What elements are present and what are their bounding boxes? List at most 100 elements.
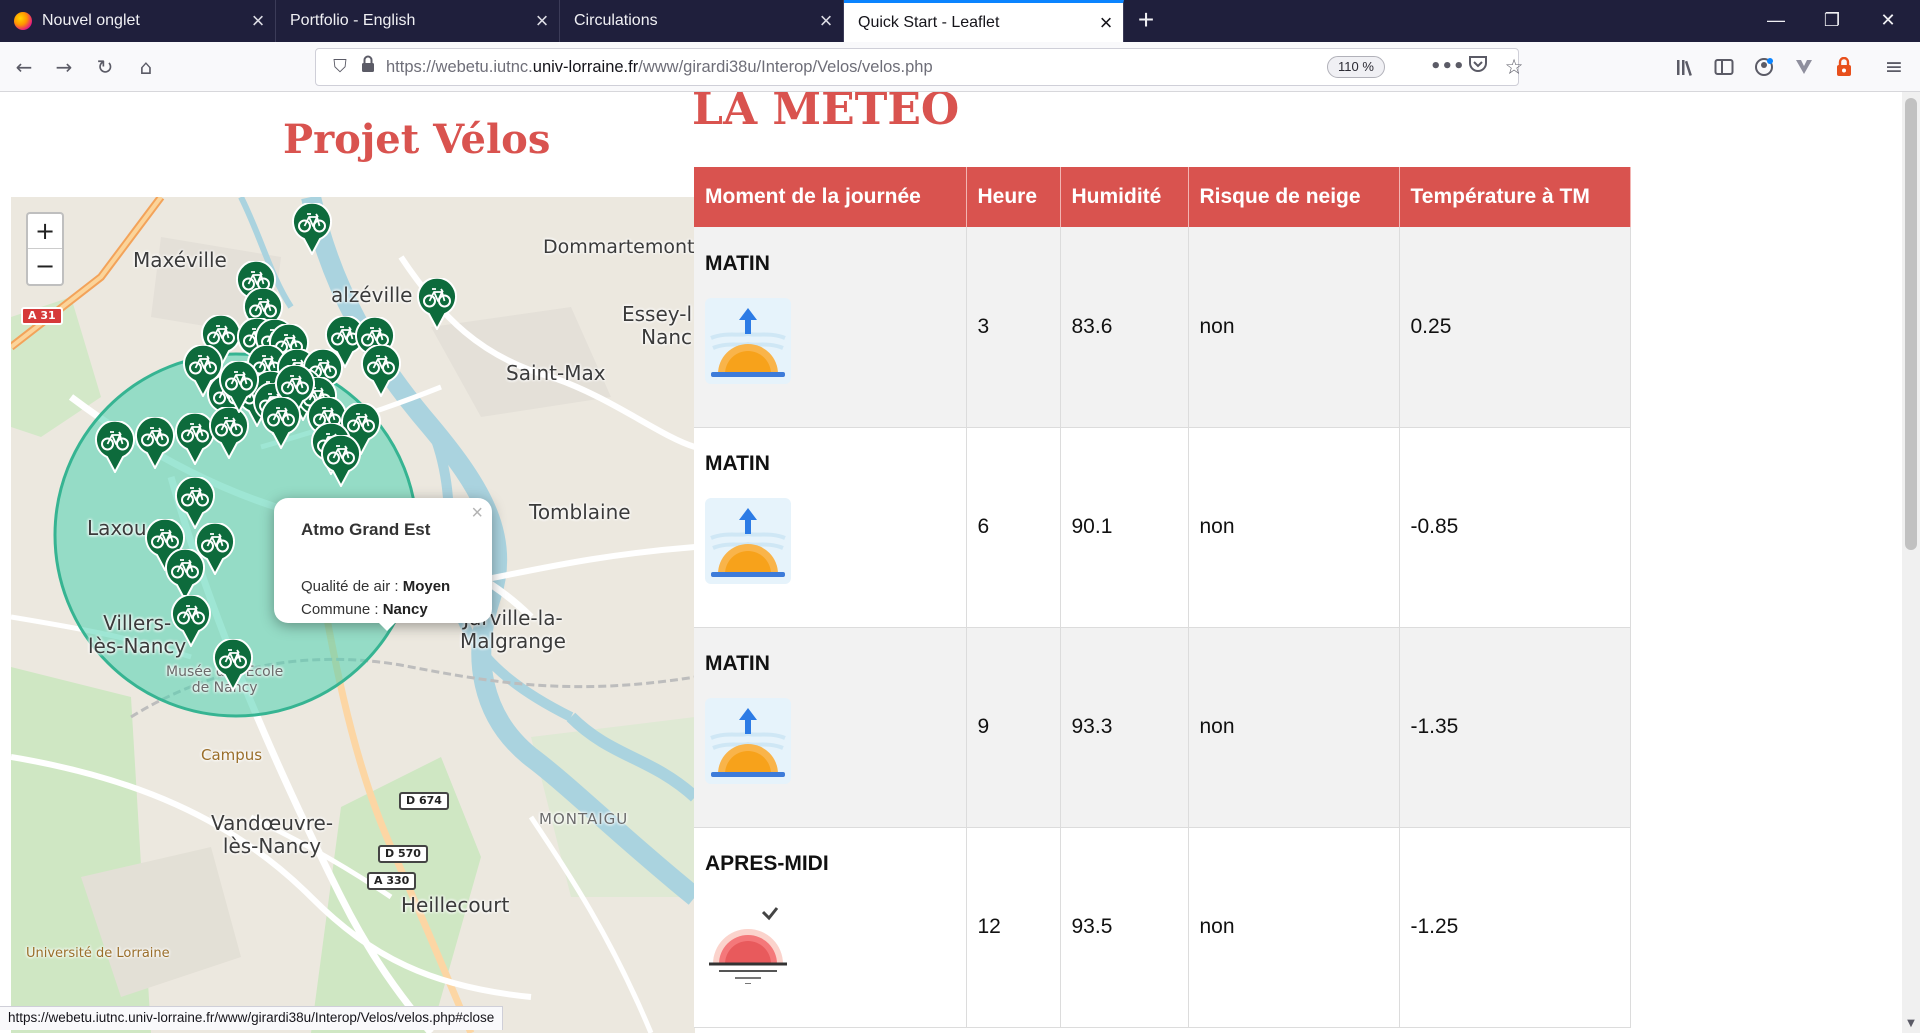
sunset-icon [709, 907, 787, 985]
place-label: Maxéville [133, 248, 227, 272]
minimize-button[interactable]: — [1748, 0, 1804, 42]
place-label: Campus [201, 746, 263, 764]
road-sign: D 674 [399, 792, 449, 810]
column-header: Moment de la journée [694, 167, 967, 227]
cell-temperature: -1.25 [1399, 827, 1631, 1028]
url-text[interactable]: https://webetu.iutnc.univ-lorraine.fr/ww… [386, 58, 933, 77]
popup-tip [371, 615, 403, 631]
bicycle-icon [165, 547, 205, 603]
table-row: MATIN 9 93.3 non -1.35 [694, 627, 1631, 828]
place-label: Laxou [87, 516, 147, 540]
url-bar[interactable]: ⛉ https://webetu.iutnc.univ-lorraine.fr/… [315, 48, 1523, 86]
cell-heure: 9 [966, 627, 1061, 828]
bike-station-marker[interactable] [95, 419, 135, 475]
forward-button[interactable]: → [48, 51, 80, 83]
cell-humidite: 93.5 [1060, 827, 1189, 1028]
extension-lock-icon[interactable] [1828, 51, 1860, 83]
bicycle-icon [417, 276, 457, 332]
bike-station-marker[interactable] [213, 637, 253, 693]
bike-station-marker[interactable] [171, 593, 211, 649]
cell-neige: non [1188, 427, 1400, 628]
bike-station-marker[interactable] [135, 415, 175, 471]
popup-close-button[interactable]: × [471, 502, 483, 525]
cell-temperature: 0.25 [1399, 227, 1631, 428]
close-tab-icon[interactable]: × [241, 0, 275, 42]
place-label: Essey-l Nanc [622, 302, 693, 349]
tab-label: Nouvel onglet [42, 12, 140, 29]
home-button[interactable]: ⌂ [130, 51, 162, 83]
bookmark-star-icon[interactable]: ☆ [1502, 55, 1526, 79]
sunrise-icon [705, 297, 791, 384]
bike-station-marker[interactable] [261, 395, 301, 451]
tab-label: Circulations [574, 12, 658, 29]
zoom-in-button[interactable]: + [28, 214, 62, 249]
lock-icon[interactable] [356, 55, 380, 79]
account-icon[interactable] [1748, 51, 1780, 83]
back-button[interactable]: ← [8, 51, 40, 83]
cell-neige: non [1188, 827, 1400, 1028]
moment-label: MATIN [705, 652, 770, 675]
scrollbar-thumb[interactable] [1905, 98, 1917, 550]
zoom-level-badge[interactable]: 110 % [1327, 56, 1385, 78]
air-quality-popup: × Atmo Grand Est Qualité de air : Moyen … [274, 498, 492, 623]
restore-button[interactable]: ❐ [1804, 0, 1860, 42]
close-tab-icon[interactable]: × [809, 0, 843, 42]
bike-station-marker[interactable] [209, 405, 249, 461]
page-content: Projet Vélos Maxéville alzéville Dommart… [0, 92, 1902, 1033]
bicycle-icon [95, 419, 135, 475]
place-label: Heillecourt [401, 893, 510, 917]
cell-moment: MATIN [694, 627, 967, 828]
page-scrollbar[interactable]: ▼ [1902, 92, 1920, 1033]
place-label: Vandœuvre-lès-Nancy [211, 811, 334, 858]
popup-title: Atmo Grand Est [301, 520, 431, 539]
sunrise-icon [705, 498, 791, 584]
more-actions-icon[interactable]: ••• [1430, 55, 1465, 79]
road-sign: D 570 [378, 845, 428, 863]
pocket-icon[interactable] [1466, 55, 1490, 79]
close-tab-icon[interactable]: × [1089, 2, 1123, 44]
sidebar-icon[interactable] [1708, 51, 1740, 83]
tab-circulations[interactable]: Circulations × [560, 0, 844, 42]
popup-commune: Commune : Nancy [301, 601, 428, 618]
bicycle-icon [209, 405, 249, 461]
tab-portfolio[interactable]: Portfolio - English × [276, 0, 560, 42]
cell-humidite: 83.6 [1060, 227, 1189, 428]
bike-station-marker[interactable] [361, 343, 401, 399]
bicycle-icon [261, 395, 301, 451]
bike-station-marker[interactable] [292, 201, 332, 257]
cell-heure: 12 [966, 827, 1061, 1028]
table-row: MATIN 3 83.6 non 0.25 [694, 227, 1631, 428]
place-label: MONTAIGU [539, 810, 629, 828]
new-tab-button[interactable]: + [1128, 0, 1164, 42]
scroll-down-arrow[interactable]: ▼ [1905, 1018, 1917, 1030]
place-label: Tomblaine [529, 500, 631, 524]
library-icon[interactable] [1670, 51, 1702, 83]
bicycle-icon [171, 593, 211, 649]
bike-station-marker[interactable] [165, 547, 205, 603]
bicycle-icon [135, 415, 175, 471]
column-header: Humidité [1060, 167, 1189, 227]
bike-station-marker[interactable] [321, 433, 361, 489]
firefox-icon [14, 12, 32, 30]
moment-label: APRES-MIDI [705, 852, 829, 875]
cell-heure: 3 [966, 227, 1061, 428]
zoom-out-button[interactable]: − [28, 249, 62, 284]
bike-station-marker[interactable] [417, 276, 457, 332]
tab-label: Portfolio - English [290, 12, 416, 29]
close-tab-icon[interactable]: × [525, 0, 559, 42]
reload-button[interactable]: ↻ [89, 51, 121, 83]
sunrise-icon [705, 698, 791, 784]
bike-station-marker[interactable] [219, 359, 259, 415]
meteo-table: Moment de la journée Heure Humidité Risq… [694, 167, 1631, 1028]
close-window-button[interactable]: ✕ [1860, 0, 1916, 42]
extension-v-icon[interactable] [1788, 51, 1820, 83]
cell-humidite: 93.3 [1060, 627, 1189, 828]
place-label: alzéville [331, 283, 413, 307]
menu-icon[interactable]: ≡ [1878, 51, 1910, 83]
cell-neige: non [1188, 627, 1400, 828]
leaflet-map[interactable]: Maxéville alzéville Dommartemont Essey-l… [11, 197, 695, 1033]
tab-nouvel-onglet[interactable]: Nouvel onglet × [0, 0, 276, 42]
shield-icon[interactable]: ⛉ [328, 55, 352, 79]
cell-moment: APRES-MIDI [694, 827, 967, 1028]
tab-quick-start-leaflet[interactable]: Quick Start - Leaflet × [844, 0, 1124, 42]
